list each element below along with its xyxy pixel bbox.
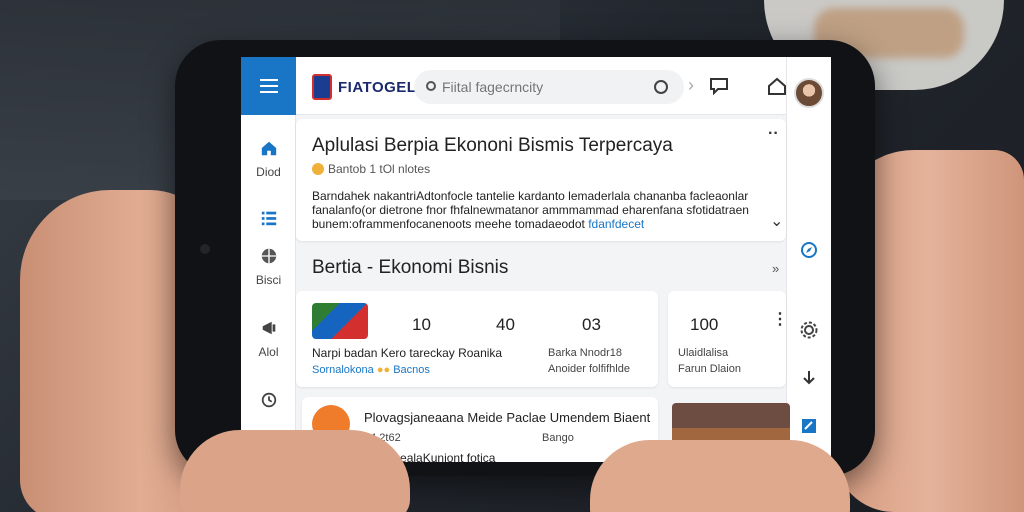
stats-thumbnail bbox=[312, 303, 368, 339]
compass-icon[interactable] bbox=[800, 241, 818, 259]
stats-note: Farun Dlaion bbox=[678, 363, 741, 375]
article-body-line: fanalanfo(or dietrone fnor fhfalnewmatan… bbox=[312, 203, 749, 217]
article-title[interactable]: Aplulasi Berpia Ekononi Bismis Terpercay… bbox=[312, 135, 673, 157]
right-thumb bbox=[590, 440, 850, 512]
nav-item-history[interactable] bbox=[241, 391, 296, 417]
article-body-line: bunem:oframmenfocanenoots meehe tomadaeo… bbox=[312, 217, 762, 231]
article-link[interactable]: fdanfdecet bbox=[588, 217, 644, 231]
stats-tag[interactable]: Bacnos bbox=[393, 364, 430, 376]
article-meta: Bantob 1 tOl nlotes bbox=[312, 162, 430, 176]
clock-icon bbox=[261, 392, 276, 408]
chat-icon[interactable] bbox=[708, 75, 730, 97]
stats-note: Barka Nnodr18 bbox=[548, 347, 622, 359]
right-rail bbox=[786, 57, 831, 462]
search-input[interactable] bbox=[442, 77, 632, 97]
home-icon bbox=[261, 141, 276, 156]
nav-item-business[interactable]: Bisci bbox=[241, 247, 296, 287]
app-logo[interactable]: FIATOGEL bbox=[338, 79, 416, 96]
megaphone-icon bbox=[262, 321, 275, 335]
gear-icon[interactable] bbox=[800, 321, 818, 339]
stat-value: 40 bbox=[496, 315, 515, 334]
stats-tag[interactable]: Sornalokona bbox=[312, 364, 374, 376]
stat-value: 03 bbox=[582, 315, 601, 334]
hamburger-icon bbox=[259, 85, 278, 87]
nav-item-list[interactable] bbox=[241, 209, 296, 235]
search-bar[interactable] bbox=[414, 70, 684, 104]
nav-item-label: Bisci bbox=[255, 273, 282, 287]
stats-tags: Sornalokona ●● Bacnos bbox=[312, 363, 430, 377]
article-body: Barndahek nakantriAdtonfocle tantelie ka… bbox=[312, 189, 762, 231]
stat-value: 10 bbox=[412, 315, 431, 334]
history-icon[interactable] bbox=[654, 80, 668, 94]
post-meta: Bango bbox=[542, 432, 574, 444]
emoji-icon bbox=[312, 163, 324, 175]
stats-card[interactable]: 10 40 03 Narpi badan Kero tareckay Roani… bbox=[296, 291, 658, 387]
more-options-icon[interactable]: ⋮ bbox=[772, 309, 788, 329]
edit-icon[interactable] bbox=[800, 417, 818, 435]
stats-card-small[interactable]: 100 ⋮ Ulaidlalisa Farun Dlaion bbox=[668, 291, 788, 387]
phone-camera bbox=[200, 244, 210, 254]
nav-item-announce[interactable]: Alol bbox=[241, 319, 296, 359]
stats-note: Ulaidlalisa bbox=[678, 347, 729, 359]
chevron-right-icon: › bbox=[688, 75, 694, 95]
globe-icon bbox=[261, 248, 276, 264]
nav-item-label: Alol bbox=[258, 345, 279, 359]
article-meta-text: Bantob 1 tOl nlotes bbox=[328, 162, 431, 176]
more-options-icon[interactable]: ·· bbox=[768, 125, 779, 143]
section-more-icon[interactable]: » bbox=[772, 261, 779, 276]
list-icon bbox=[261, 211, 276, 226]
nav-item-label: Diod bbox=[256, 165, 281, 179]
top-bar: FIATOGEL › bbox=[296, 57, 831, 115]
home-outline-icon[interactable] bbox=[766, 75, 788, 97]
search-icon bbox=[426, 81, 436, 91]
stats-headline: Narpi badan Kero tareckay Roanika bbox=[312, 346, 503, 360]
emoji-icon: ●● bbox=[376, 364, 391, 376]
section-title: Bertia - Ekonomi Bisnis bbox=[312, 257, 509, 278]
chevron-down-icon[interactable]: ⌄ bbox=[770, 211, 783, 231]
stats-note: Anoider folfifhlde bbox=[548, 363, 630, 375]
avatar[interactable] bbox=[794, 78, 824, 108]
featured-article-card[interactable]: Aplulasi Berpia Ekononi Bismis Terpercay… bbox=[296, 119, 786, 241]
article-body-text: bunem:oframmenfocanenoots meehe tomadaeo… bbox=[312, 217, 585, 231]
nav-rail: Diod Bisci Alol bbox=[241, 57, 296, 462]
download-icon[interactable] bbox=[800, 369, 818, 387]
stat-value: 100 bbox=[690, 315, 719, 334]
logo-icon bbox=[312, 74, 332, 100]
post-title[interactable]: Plovagsjaneaana Meide Paclae Umendem Bia… bbox=[364, 411, 650, 425]
article-body-line: Barndahek nakantriAdtonfocle tantelie ka… bbox=[312, 189, 749, 203]
menu-button[interactable] bbox=[241, 57, 296, 115]
left-thumb bbox=[180, 430, 410, 512]
nav-item-home[interactable]: Diod bbox=[241, 139, 296, 179]
main-content: Aplulasi Berpia Ekononi Bismis Terpercay… bbox=[296, 115, 790, 462]
phone-screen: Diod Bisci Alol FIATOGEL › bbox=[241, 57, 831, 462]
